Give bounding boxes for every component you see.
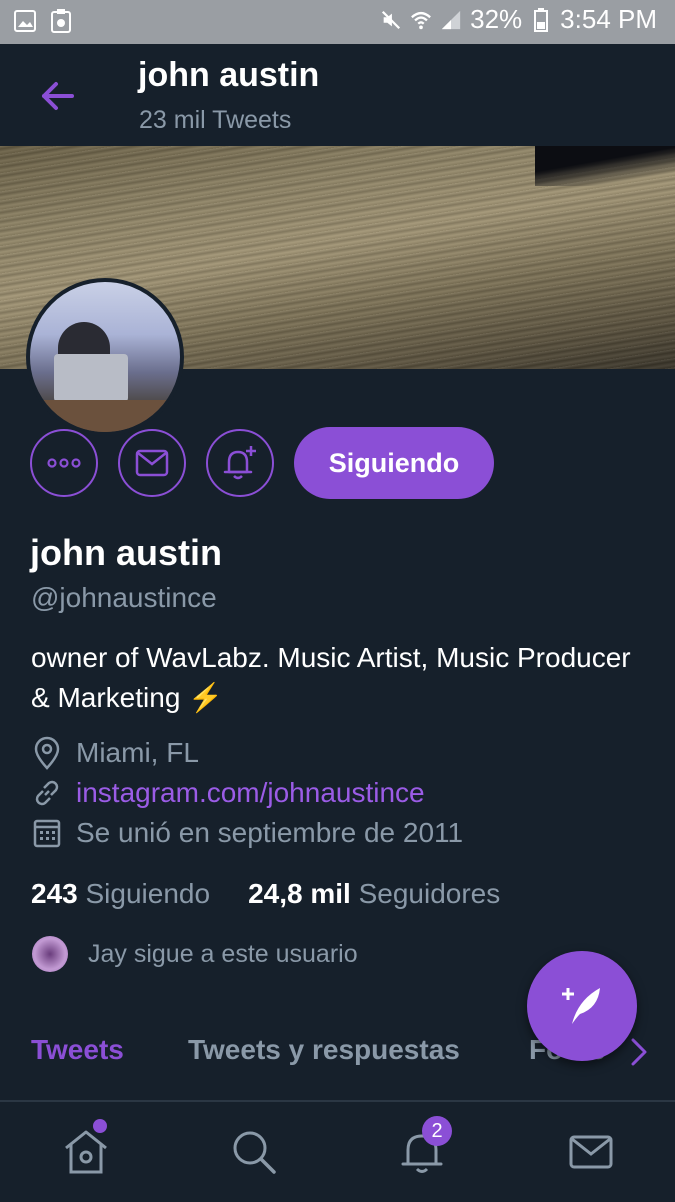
compose-feather-icon: [562, 988, 600, 1024]
tab-tweets-replies[interactable]: Tweets y respuestas: [188, 1034, 460, 1066]
home-new-indicator: [93, 1119, 107, 1133]
notify-icon: [223, 446, 256, 480]
followers-label: Seguidores: [358, 878, 501, 909]
profile-handle: @johnaustince: [31, 582, 217, 613]
mute-icon: [382, 10, 401, 29]
followers-stat[interactable]: 24,8 mil Seguidores: [248, 878, 500, 910]
profile-actions: Siguiendo: [30, 427, 494, 499]
profile-name: john austin: [30, 532, 222, 573]
following-stat[interactable]: 243 Siguiendo: [31, 878, 210, 910]
banner-shadow: [535, 146, 675, 186]
followed-by-row[interactable]: Jay sigue a este usuario: [32, 936, 358, 972]
website-row: instagram.com/johnaustince: [32, 777, 425, 809]
profile-bio: owner of WavLabz. Music Artist, Music Pr…: [31, 642, 631, 713]
tweet-count: 23 mil Tweets: [139, 106, 292, 134]
avatar[interactable]: [26, 278, 184, 436]
clock: 3:54 PM: [560, 4, 657, 34]
more-icon: [47, 458, 81, 468]
profile-stats: 243 Siguiendo 24,8 mil Seguidores: [31, 878, 500, 910]
message-icon: [135, 449, 169, 477]
wifi-icon: [411, 11, 432, 29]
avatar-laptop: [54, 354, 128, 402]
battery-icon: [534, 7, 549, 32]
calendar-icon: [33, 819, 61, 848]
home-icon[interactable]: [58, 1124, 114, 1180]
search-icon[interactable]: [226, 1124, 282, 1180]
tab-tweets[interactable]: Tweets: [31, 1034, 124, 1066]
follower-avatar: [32, 936, 68, 972]
app-bar: john austin 23 mil Tweets: [0, 44, 675, 146]
website-link[interactable]: instagram.com/johnaustince: [76, 777, 425, 809]
followed-by-text: Jay sigue a este usuario: [88, 939, 358, 968]
notify-button[interactable]: [206, 429, 274, 497]
joined-row: Se unió en septiembre de 2011: [32, 817, 463, 849]
location-row: Miami, FL: [32, 736, 199, 770]
joined-text: Se unió en septiembre de 2011: [76, 817, 464, 848]
chevron-right-icon[interactable]: [624, 1034, 654, 1070]
link-icon: [35, 780, 59, 806]
mail-icon[interactable]: [563, 1124, 619, 1180]
battery-percent: 32%: [470, 4, 523, 34]
following-label: Siguiendo: [85, 878, 211, 909]
message-button[interactable]: [118, 429, 186, 497]
compose-tweet-button[interactable]: [527, 951, 637, 1061]
following-count: 243: [31, 878, 78, 909]
location-icon: [34, 736, 60, 770]
followers-count: 24,8 mil: [248, 878, 351, 909]
gallery-icon: [14, 10, 36, 32]
notifications-badge: 2: [422, 1116, 452, 1146]
back-arrow-icon[interactable]: [36, 76, 78, 116]
following-button[interactable]: Siguiendo: [294, 427, 494, 499]
page-title: john austin: [138, 56, 320, 94]
location-text: Miami, FL: [76, 737, 199, 768]
more-button[interactable]: [30, 429, 98, 497]
status-bar: 32% 3:54 PM: [0, 0, 675, 44]
clipboard-icon: [51, 9, 71, 33]
bottom-nav: [0, 1100, 675, 1202]
signal-icon: [441, 10, 461, 29]
